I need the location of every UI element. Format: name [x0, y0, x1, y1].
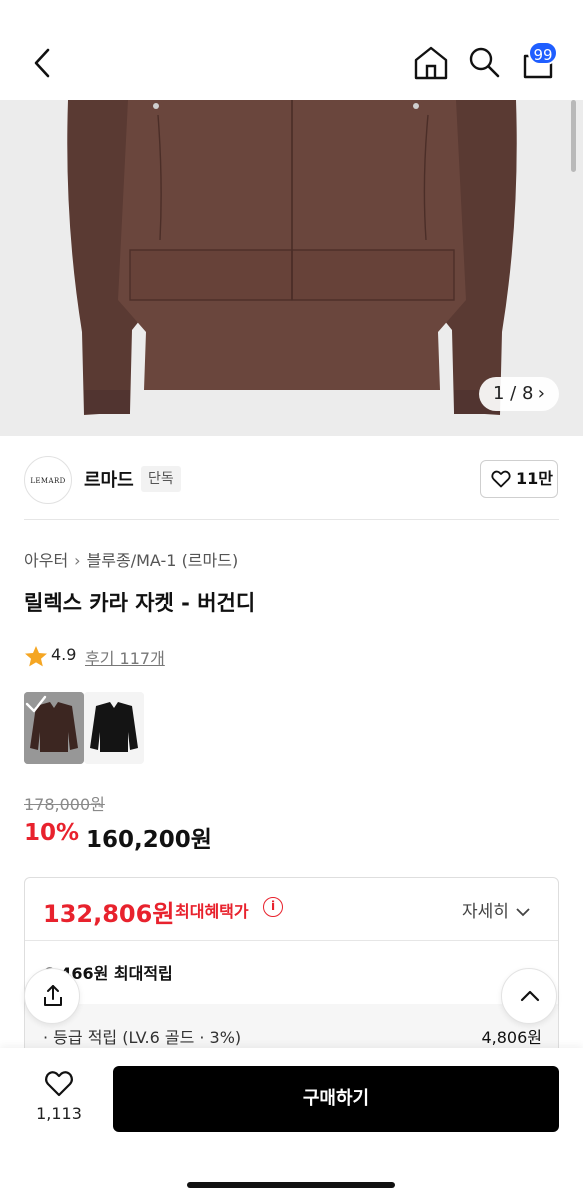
- buy-button[interactable]: 구매하기: [113, 1066, 559, 1132]
- breadcrumb-item-subcategory[interactable]: 블루종/MA-1 (르마드): [87, 551, 239, 570]
- back-button[interactable]: [28, 46, 58, 80]
- bottom-action-bar: 1,113 구매하기: [0, 1048, 583, 1200]
- share-icon: [44, 985, 62, 1006]
- chevron-right-icon: ›: [74, 551, 81, 570]
- image-counter-button[interactable]: 1 / 8 ›: [479, 377, 559, 411]
- breadcrumb-item-category[interactable]: 아우터: [24, 551, 68, 570]
- brand-name[interactable]: 르마드: [84, 466, 134, 492]
- best-benefit-label: 최대혜택가: [175, 902, 249, 921]
- image-counter-text: 1 / 8: [493, 383, 534, 404]
- home-indicator: [187, 1182, 395, 1188]
- original-price: 178,000원: [24, 795, 105, 814]
- product-thumbnail: [84, 692, 144, 764]
- info-icon[interactable]: i: [263, 897, 283, 917]
- heart-icon: [45, 1071, 73, 1097]
- sale-price: 160,200원: [86, 827, 212, 853]
- brand-like-button[interactable]: 11만: [480, 460, 558, 498]
- check-icon: [25, 695, 47, 713]
- wishlist-button[interactable]: 1,113: [30, 1068, 88, 1128]
- share-button[interactable]: [24, 968, 80, 1024]
- discount-rate: 10%: [24, 820, 80, 846]
- grade-points-value: 4,806원: [481, 1028, 542, 1047]
- product-title: 릴렉스 카라 자켓 - 버건디: [24, 591, 256, 615]
- review-count-link[interactable]: 후기 117개: [85, 645, 165, 669]
- heart-icon: [491, 470, 511, 488]
- wishlist-count: 1,113: [36, 1104, 82, 1123]
- grade-points-label: · 등급 적립 (LV.6 골드 · 3%): [43, 1028, 242, 1047]
- detail-toggle-button[interactable]: 자세히: [462, 897, 531, 922]
- detail-toggle-label: 자세히: [462, 902, 509, 922]
- rating-value: 4.9: [51, 645, 77, 664]
- brand-logo[interactable]: LEMARD: [24, 456, 72, 504]
- chevron-up-icon: [520, 990, 540, 1002]
- search-icon: [469, 47, 500, 78]
- top-header: 99: [0, 0, 583, 100]
- home-button[interactable]: [412, 44, 450, 82]
- scroll-to-top-button[interactable]: [501, 968, 557, 1024]
- chevron-down-icon: [516, 908, 530, 917]
- home-icon: [414, 46, 448, 80]
- benefit-box: 132,806원 최대혜택가 i 자세히 6,466원 최대적립 · 등급 적립…: [24, 877, 559, 1077]
- search-button[interactable]: [466, 44, 502, 80]
- brand-like-count: 11만: [516, 469, 553, 488]
- divider: [25, 940, 558, 941]
- star-icon: [25, 646, 47, 667]
- exclusive-badge: 단독: [141, 466, 181, 492]
- color-option-burgundy[interactable]: [24, 692, 84, 764]
- product-photo: [28, 100, 556, 436]
- breadcrumb: 아우터 › 블루종/MA-1 (르마드): [24, 547, 238, 571]
- cart-count-badge: 99: [528, 41, 558, 65]
- color-option-black[interactable]: [84, 692, 144, 764]
- best-benefit-price: 132,806원: [43, 900, 175, 928]
- chevron-left-icon: [34, 48, 50, 78]
- divider: [24, 519, 559, 520]
- page-scrollbar[interactable]: [571, 100, 576, 172]
- chevron-right-icon: ›: [537, 383, 545, 404]
